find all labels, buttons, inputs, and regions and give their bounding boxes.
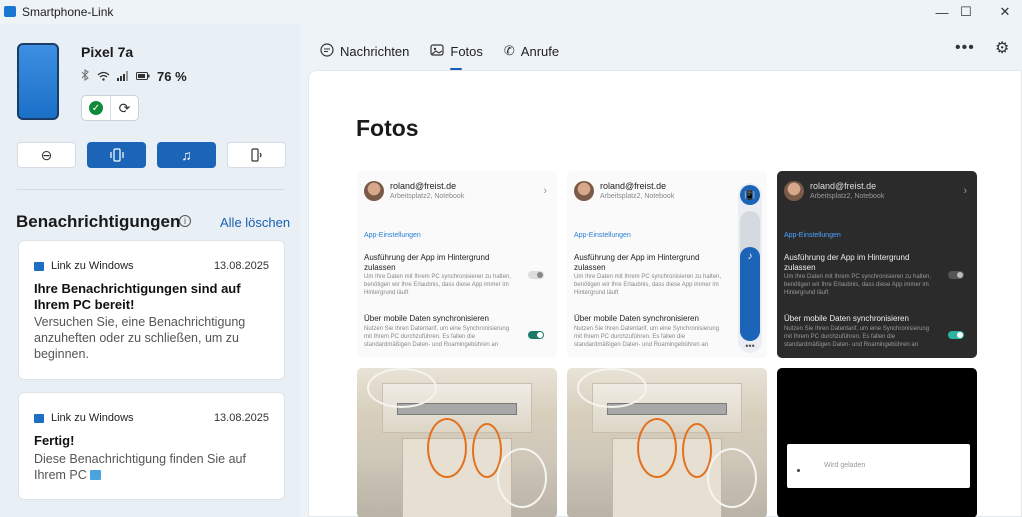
left-panel: Pixel 7a 76 % ✓ ⟳ ⊖ ♫ Benachrichtigungen… <box>0 24 300 517</box>
chevron-right-icon: › <box>543 185 547 197</box>
notification-app: Link zu Windows <box>34 260 134 272</box>
mode-button-row: ⊖ ♫ <box>17 142 286 168</box>
connection-buttons: ✓ ⟳ <box>81 95 139 121</box>
clear-all-link[interactable]: Alle löschen <box>220 215 290 230</box>
volume-slider: ♪ <box>740 211 760 341</box>
toggle-off <box>948 271 964 279</box>
notification-card[interactable]: Link zu Windows 13.08.2025 Ihre Benachri… <box>18 240 285 380</box>
notification-date: 13.08.2025 <box>213 260 269 272</box>
toggle-off <box>528 271 544 279</box>
avatar <box>364 181 384 201</box>
do-not-disturb-button[interactable]: ⊖ <box>17 142 76 168</box>
notification-card[interactable]: Link zu Windows 13.08.2025 Fertig! Diese… <box>18 392 285 500</box>
photo-thumbnail[interactable]: Wird geladen <box>777 368 977 517</box>
tab-label: Anrufe <box>520 43 560 59</box>
vibrate-icon <box>109 148 124 162</box>
notification-app: Link zu Windows <box>34 412 134 424</box>
photo-thumbnail[interactable]: roland@freist.de Arbeitsplatz2, Notebook… <box>567 171 767 358</box>
link-to-windows-icon <box>34 413 44 423</box>
photos-content: Fotos roland@freist.de Arbeitsplatz2, No… <box>308 70 1022 517</box>
main-panel: Nachrichten Fotos ✆ Anrufe ••• ⚙ Fotos r… <box>300 24 1022 517</box>
phone-audio-icon <box>250 148 262 162</box>
phone-image <box>17 43 59 120</box>
loading-dialog: Wird geladen <box>787 444 970 488</box>
tab-messages[interactable]: Nachrichten <box>320 41 409 61</box>
wifi-icon <box>97 70 110 84</box>
info-icon[interactable]: i <box>179 215 191 227</box>
avatar <box>784 181 804 201</box>
title-bar: Smartphone-Link — ☐ ✕ <box>0 0 1022 24</box>
notification-title: Ihre Benachrichtigungen sind auf Ihrem P… <box>34 281 241 312</box>
audio-output-button[interactable] <box>227 142 286 168</box>
notification-body: Diese Benachrichtigung finden Sie auf Ih… <box>34 452 246 482</box>
phone-icon: ✆ <box>503 43 515 58</box>
battery-icon <box>136 70 150 84</box>
device-name: Pixel 7a <box>81 44 134 60</box>
notification-app-name: Link zu Windows <box>51 412 134 424</box>
connected-status-button[interactable]: ✓ <box>82 96 110 120</box>
divider <box>17 189 285 190</box>
sync-button[interactable]: ⟳ <box>110 96 138 120</box>
pc-icon <box>90 470 102 480</box>
tab-label: Fotos <box>450 43 483 59</box>
window-title: Smartphone-Link <box>22 5 114 19</box>
app-icon <box>4 6 16 17</box>
vibrate-icon: 📳 <box>740 185 760 205</box>
link-to-windows-icon <box>34 261 44 271</box>
page-title: Fotos <box>356 115 419 141</box>
notification-body: Versuchen Sie, eine Benachrichtigung anz… <box>34 315 246 361</box>
do-not-disturb-icon: ⊖ <box>40 146 53 163</box>
device-status-row: 76 % <box>81 68 187 84</box>
chat-icon <box>320 42 334 60</box>
settings-button[interactable]: ⚙ <box>995 38 1009 58</box>
photo-thumbnail[interactable] <box>567 368 767 517</box>
close-button[interactable]: ✕ <box>982 0 1022 24</box>
photo-thumbnail[interactable]: roland@freist.de Arbeitsplatz2, Notebook… <box>777 171 977 358</box>
volume-level: ♪ <box>740 247 760 341</box>
notifications-heading: Benachrichtigungen <box>16 212 181 231</box>
chevron-right-icon: › <box>963 185 967 197</box>
notification-title: Fertig! <box>34 433 75 448</box>
tab-calls[interactable]: ✆ Anrufe <box>504 41 559 61</box>
notification-app-name: Link zu Windows <box>51 260 134 272</box>
tab-label: Nachrichten <box>340 43 410 59</box>
notification-date: 13.08.2025 <box>213 412 269 424</box>
more-icon: ••• <box>745 341 755 351</box>
music-note-icon: ♪ <box>747 251 753 263</box>
photo-thumbnail[interactable] <box>357 368 557 517</box>
photo-thumbnail[interactable]: roland@freist.de Arbeitsplatz2, Notebook… <box>357 171 557 358</box>
photo-icon <box>430 43 444 60</box>
avatar <box>574 181 594 201</box>
music-note-icon: ♫ <box>181 147 192 163</box>
tab-photos[interactable]: Fotos <box>430 41 483 70</box>
tab-bar: Nachrichten Fotos ✆ Anrufe <box>320 41 559 70</box>
more-options-button[interactable]: ••• <box>955 39 975 57</box>
vibrate-button[interactable] <box>87 142 146 168</box>
toggle-on <box>948 331 964 339</box>
ringtone-button[interactable]: ♫ <box>157 142 216 168</box>
signal-icon <box>117 70 129 84</box>
check-icon: ✓ <box>89 101 103 115</box>
battery-percentage: 76 % <box>157 69 187 84</box>
bluetooth-icon <box>81 68 90 84</box>
toggle-on <box>528 331 544 339</box>
sync-icon: ⟳ <box>118 99 131 116</box>
volume-panel: 📳 ♪ ••• <box>738 183 762 353</box>
